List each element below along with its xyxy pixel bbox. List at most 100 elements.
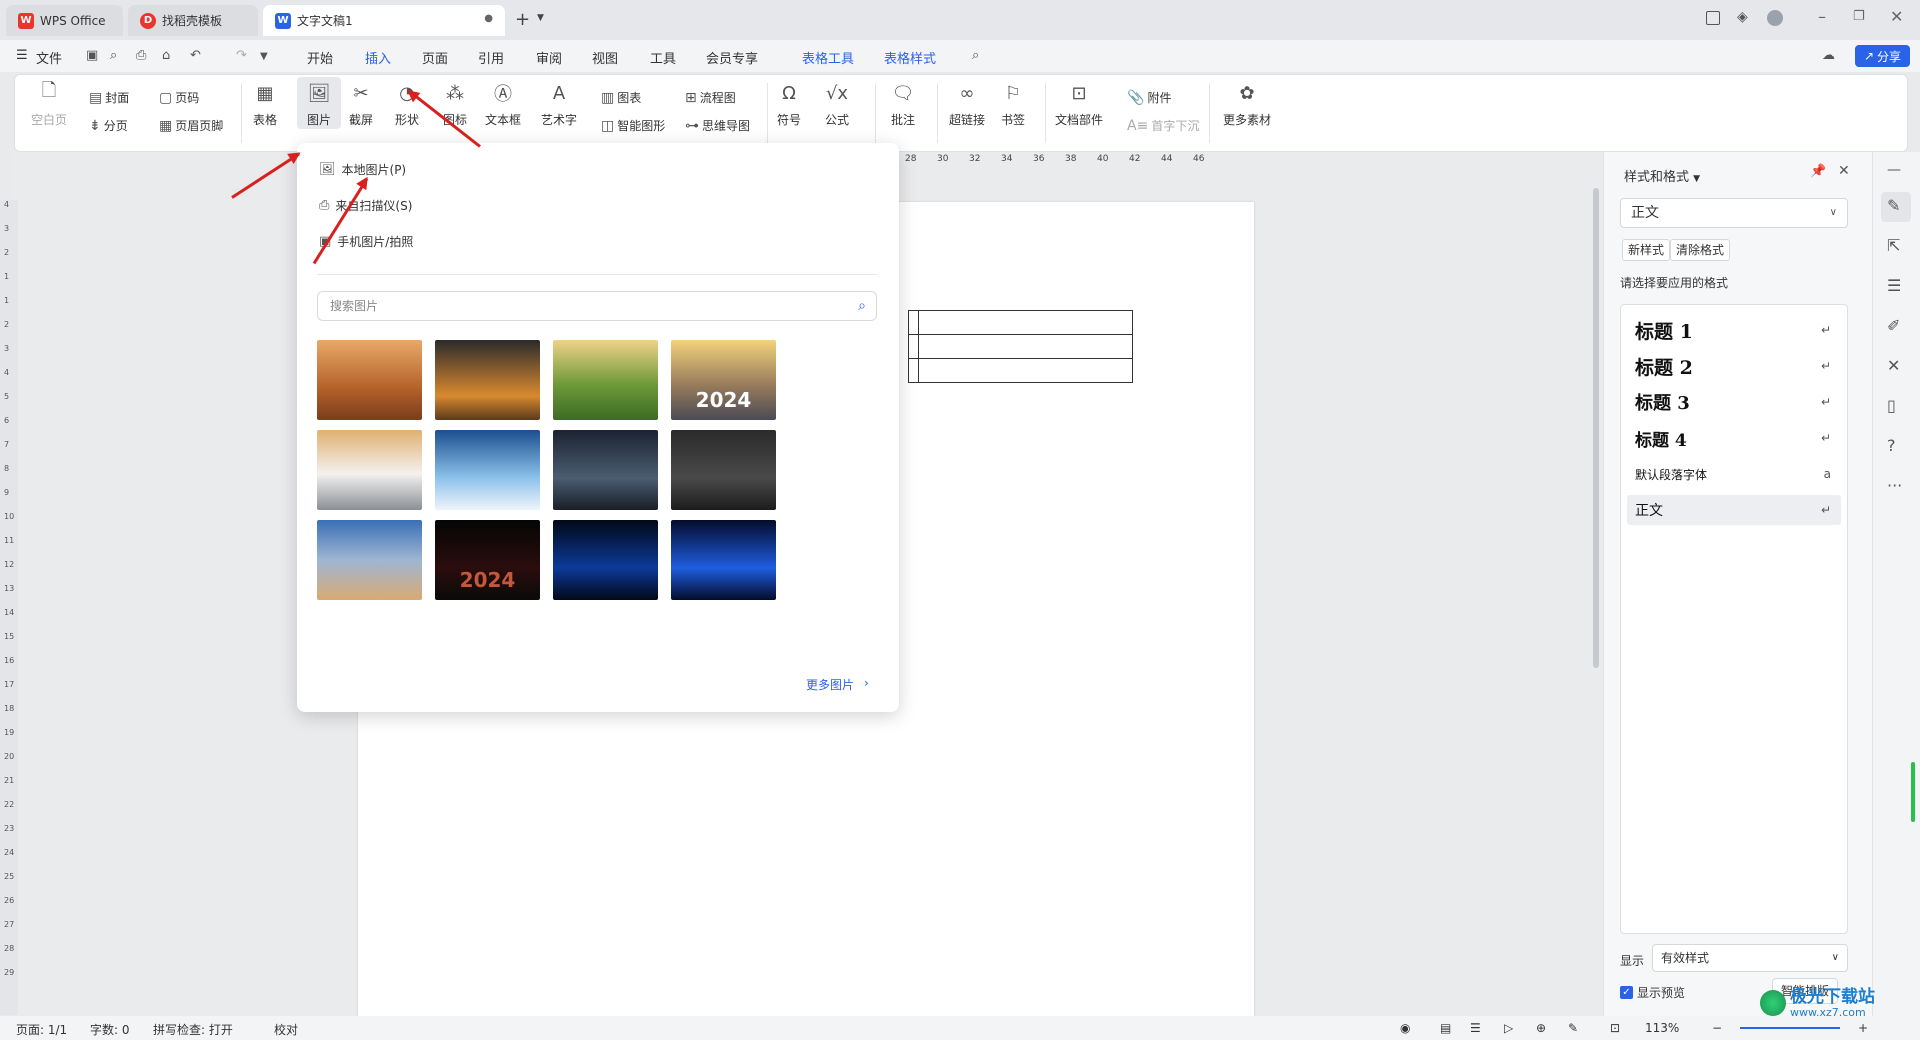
style-item[interactable]: 标题 1 ↵ [1627, 315, 1841, 345]
cloud-icon[interactable]: ☁ [1822, 48, 1835, 63]
select-icon[interactable]: ⇱ [1887, 236, 1900, 255]
export-icon[interactable]: ⌕ [110, 48, 117, 63]
menu-review[interactable]: 审阅 [536, 48, 562, 67]
flowchart-button[interactable]: ⊞ 流程图 [685, 89, 736, 106]
doc-parts-button[interactable]: ⊡ 文档部件 [1055, 81, 1103, 128]
zoom-in-icon[interactable]: + [1858, 1021, 1868, 1035]
undo-icon[interactable]: ↶ [190, 48, 201, 63]
fit-icon[interactable]: ⊡ [1610, 1021, 1620, 1035]
menu-tools[interactable]: 工具 [650, 48, 676, 67]
formula-button[interactable]: √x 公式 [825, 81, 849, 128]
table-cell[interactable] [908, 334, 919, 359]
cover-button[interactable]: ▤ 封面 [89, 89, 129, 106]
scrollbar-thumb[interactable] [1593, 188, 1599, 668]
picture-thumbnail[interactable]: 2024 [435, 520, 540, 600]
style-item[interactable]: 标题 4 ↵ [1627, 423, 1841, 453]
outline-icon[interactable]: ☰ [1470, 1021, 1481, 1035]
minimize-icon[interactable]: – [1818, 7, 1826, 26]
picture-thumbnail[interactable] [435, 430, 540, 510]
adjust-icon[interactable]: ☰ [1887, 276, 1901, 295]
table-cell[interactable] [908, 310, 919, 335]
tab-document[interactable]: W 文字文稿1 ● [263, 5, 505, 36]
tools-icon[interactable]: ✕ [1887, 356, 1900, 375]
print-icon[interactable]: ⎙ [136, 48, 146, 63]
avatar[interactable] [1767, 10, 1783, 26]
document-table[interactable] [908, 310, 1133, 383]
menu-page[interactable]: 页面 [422, 48, 448, 67]
picture-thumbnail[interactable] [553, 430, 658, 510]
page-number-button[interactable]: ▢ 页码 [159, 89, 199, 106]
save-icon[interactable]: ▣ [86, 48, 98, 63]
bookmark-button[interactable]: ⚐ 书签 [1001, 81, 1025, 128]
new-tab-icon[interactable]: + [515, 9, 530, 30]
shape-button[interactable]: ◔ 形状 [395, 81, 419, 128]
book-icon[interactable]: ▯ [1887, 396, 1896, 415]
style-item[interactable]: 默认段落字体 a [1627, 459, 1841, 489]
zoom-slider[interactable] [1740, 1027, 1840, 1029]
menu-table-tools[interactable]: 表格工具 [802, 48, 854, 67]
tab-list-chevron-icon[interactable]: ▼ [537, 13, 544, 23]
menu-insert[interactable]: 插入 [365, 48, 391, 67]
spell-check[interactable]: 拼写检查: 打开 [153, 1021, 233, 1038]
page-break-button[interactable]: ⇟ 分页 [89, 117, 128, 134]
style-item[interactable]: 正文 ↵ [1627, 495, 1841, 525]
textbox-button[interactable]: Ⓐ 文本框 [485, 81, 521, 128]
close-window-icon[interactable]: ✕ [1890, 7, 1903, 26]
picture-thumbnail[interactable] [553, 520, 658, 600]
vertical-scrollbar[interactable] [1590, 152, 1602, 1016]
proofread[interactable]: 校对 [274, 1021, 298, 1038]
clear-format-button[interactable]: 清除格式 [1670, 239, 1731, 261]
preview-checkbox[interactable]: ✓ 显示预览 [1620, 984, 1685, 1001]
more-material-button[interactable]: ✿ 更多素材 [1223, 81, 1271, 128]
zoom-out-icon[interactable]: − [1712, 1021, 1722, 1035]
chart-button[interactable]: ▥ 图表 [601, 89, 641, 106]
play-icon[interactable]: ▷ [1504, 1021, 1513, 1035]
preview-icon[interactable]: ⌂ [162, 48, 170, 63]
style-item[interactable]: 标题 2 ↵ [1627, 351, 1841, 381]
brush-icon[interactable]: ✎ [1887, 196, 1900, 215]
table-cell[interactable] [918, 334, 1133, 359]
unsaved-dot-icon[interactable]: ● [484, 13, 493, 24]
style-item[interactable]: 标题 3 ↵ [1627, 387, 1841, 417]
search-icon[interactable]: ⌕ [858, 292, 866, 320]
eye-icon[interactable]: ◉ [1400, 1021, 1410, 1035]
picture-thumbnail[interactable] [553, 340, 658, 420]
wordart-button[interactable]: A 艺术字 [541, 81, 577, 128]
page-count[interactable]: 页面: 1/1 [16, 1021, 67, 1038]
current-style-select[interactable]: 正文 ∨ [1620, 198, 1848, 228]
restore-icon[interactable]: ❐ [1853, 9, 1865, 24]
picture-thumbnail[interactable]: 2024 [671, 340, 776, 420]
tab-template[interactable]: D 找稻壳模板 [128, 5, 258, 36]
help-icon[interactable]: ? [1887, 436, 1896, 455]
picture-thumbnail[interactable] [317, 520, 422, 600]
table-cell[interactable] [908, 358, 919, 383]
menu-reference[interactable]: 引用 [478, 48, 504, 67]
hamburger-icon[interactable]: ☰ [16, 48, 28, 63]
hyperlink-button[interactable]: ∞ 超链接 [949, 81, 985, 128]
table-button[interactable]: ▦ 表格 [253, 81, 277, 128]
page-view-icon[interactable]: ▤ [1440, 1021, 1451, 1035]
more-pictures-link[interactable]: 更多图片 › [806, 676, 869, 693]
smart-shape-button[interactable]: ◫ 智能图形 [601, 117, 665, 134]
menu-member[interactable]: 会员专享 [706, 48, 758, 67]
picture-search-input[interactable]: 搜索图片 ⌕ [317, 291, 877, 321]
picture-thumbnail[interactable] [317, 340, 422, 420]
attachment-button[interactable]: 📎 附件 [1127, 89, 1171, 106]
web-icon[interactable]: ⊕ [1536, 1021, 1546, 1035]
share-button[interactable]: ↗ 分享 [1855, 45, 1910, 67]
screenshot-button[interactable]: ✂ 截屏 [349, 81, 373, 128]
quick-access-chevron-icon[interactable]: ▼ [260, 51, 268, 62]
new-style-button[interactable]: 新样式 [1622, 239, 1671, 261]
blank-page-button[interactable]: 🗋 空白页 [31, 80, 67, 128]
picture-thumbnail[interactable] [435, 340, 540, 420]
search-icon[interactable]: ⌕ [972, 48, 979, 63]
scanner-item[interactable]: ⎙ 来自扫描仪(S) [319, 197, 412, 214]
layout-icon[interactable] [1706, 11, 1720, 25]
comment-button[interactable]: 🗨 批注 [891, 81, 915, 128]
pin-icon[interactable]: 📌 [1810, 164, 1826, 179]
zoom-value[interactable]: 113% [1645, 1021, 1679, 1035]
menu-table-style[interactable]: 表格样式 [884, 48, 936, 67]
close-panel-icon[interactable]: ✕ [1838, 163, 1850, 179]
cube-icon[interactable]: ◈ [1737, 9, 1748, 25]
menu-view[interactable]: 视图 [592, 48, 618, 67]
